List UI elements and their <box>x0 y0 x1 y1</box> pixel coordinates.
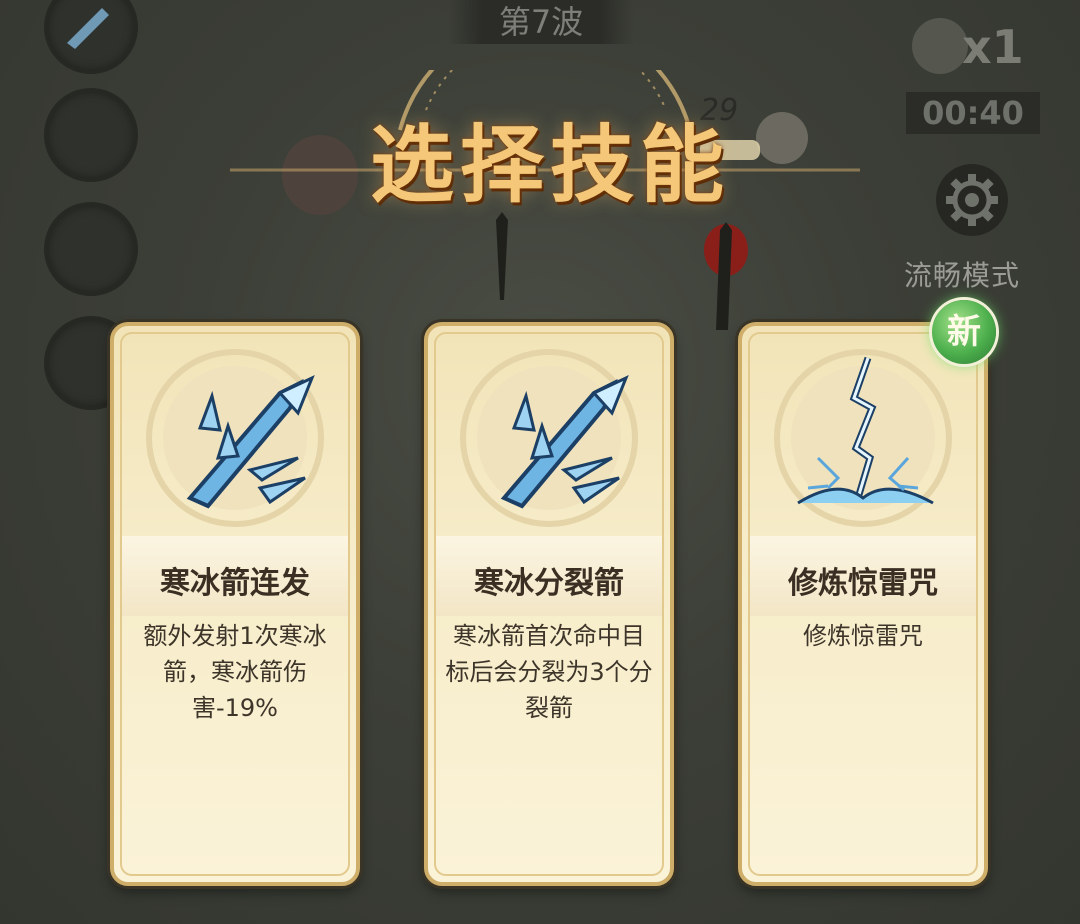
ice-arrow-icon <box>460 349 638 527</box>
skill-card-2-name: 寒冰分裂箭 <box>474 566 624 601</box>
select-skill-header: 选择技能 <box>230 70 860 220</box>
ice-arrow-icon <box>146 349 324 527</box>
skill-card-1[interactable]: 寒冰箭连发 额外发射1次寒冰箭，寒冰箭伤害-19% <box>110 322 360 886</box>
dialog-title: 选择技能 <box>369 115 730 214</box>
skill-card-2-desc: 寒冰箭首次命中目标后会分裂为3个分裂箭 <box>445 622 653 722</box>
lightning-icon <box>774 349 952 527</box>
skill-card-2[interactable]: 寒冰分裂箭 寒冰箭首次命中目标后会分裂为3个分裂箭 <box>424 322 674 886</box>
skill-card-3-desc: 修炼惊雷咒 <box>803 622 923 650</box>
skill-card-1-desc: 额外发射1次寒冰箭，寒冰箭伤害-19% <box>143 622 327 722</box>
skill-card-3[interactable]: 修炼惊雷咒 修炼惊雷咒 <box>738 322 988 886</box>
skill-card-3-name: 修炼惊雷咒 <box>788 566 938 601</box>
new-badge: 新 <box>932 300 996 364</box>
skill-card-1-name: 寒冰箭连发 <box>160 566 310 601</box>
spear-1 <box>496 212 508 300</box>
